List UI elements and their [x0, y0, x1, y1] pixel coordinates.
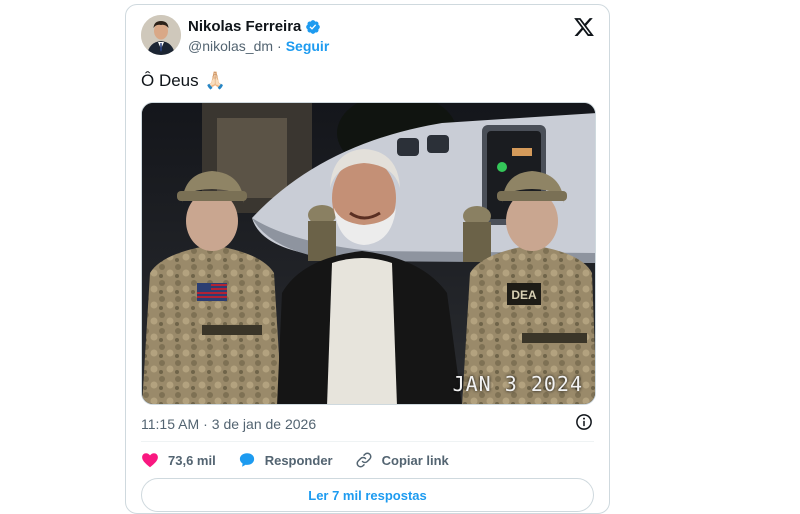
media-photo: DEA	[142, 103, 595, 404]
heart-icon	[142, 453, 158, 468]
tweet-card: Nikolas Ferreira @nikolas_dm · Seguir Ô …	[125, 4, 610, 514]
handle-separator: ·	[277, 38, 282, 54]
praying-hands-icon: 🙏🏻	[204, 71, 226, 90]
like-button[interactable]: 73,6 mil	[141, 451, 216, 469]
avatar-image	[141, 15, 181, 55]
copy-link-label: Copiar link	[381, 452, 449, 468]
like-count: 73,6 mil	[168, 452, 216, 468]
action-bar: 73,6 mil Responder Copiar link	[141, 451, 471, 469]
reply-bubble-icon	[239, 453, 254, 467]
tweet-date: 3 de jan de 2026	[211, 416, 317, 432]
copy-link-button[interactable]: Copiar link	[355, 451, 449, 469]
read-replies-label: Ler 7 mil respostas	[308, 487, 427, 503]
follow-button[interactable]: Seguir	[286, 38, 330, 54]
link-icon	[356, 452, 372, 468]
tweet-text-body: Ô Deus	[141, 71, 199, 90]
author-handle[interactable]: @nikolas_dm	[188, 38, 273, 54]
media-date-stamp: JAN 3 2024	[452, 372, 583, 396]
reply-label: Responder	[264, 452, 333, 468]
read-replies-button[interactable]: Ler 7 mil respostas	[141, 478, 594, 512]
reply-button[interactable]: Responder	[238, 451, 333, 469]
tweet-text: Ô Deus 🙏🏻	[141, 71, 226, 91]
tweet-time: 11:15 AM	[141, 416, 200, 432]
info-icon[interactable]	[575, 413, 593, 431]
tweet-media-image[interactable]: DEA JAN 3 2024	[141, 102, 596, 405]
dea-patch: DEA	[511, 288, 537, 302]
divider	[141, 441, 594, 442]
x-logo-icon[interactable]	[573, 16, 595, 38]
avatar[interactable]	[141, 15, 181, 55]
timestamp-separator: ·	[203, 416, 208, 432]
tweet-timestamp[interactable]: 11:15 AM · 3 de jan de 2026	[141, 416, 316, 432]
verified-badge-icon	[306, 19, 321, 34]
author-name[interactable]: Nikolas Ferreira	[188, 18, 301, 35]
